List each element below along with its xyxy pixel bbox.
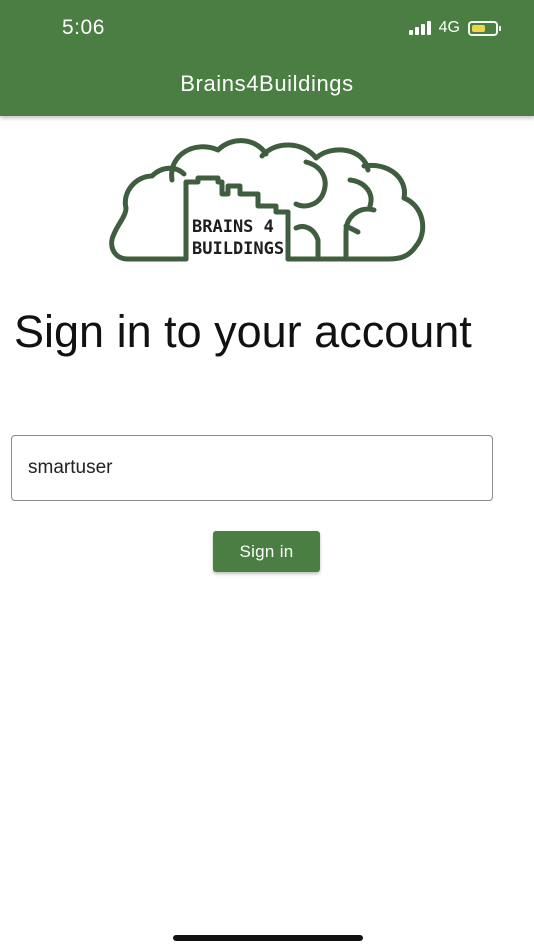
app-title: Brains4Buildings bbox=[180, 71, 354, 96]
page-title: Sign in to your account bbox=[14, 306, 472, 357]
home-indicator bbox=[173, 935, 363, 941]
logo-text-line1: BRAINS 4 bbox=[192, 217, 274, 237]
signal-icon bbox=[408, 21, 431, 35]
sign-in-button[interactable]: Sign in bbox=[213, 531, 320, 572]
app-header: 5:06 4G Brains4Buildings bbox=[0, 0, 534, 116]
username-input[interactable] bbox=[11, 435, 493, 501]
logo-text-line2: BUILDINGS bbox=[192, 239, 284, 259]
status-time: 5:06 bbox=[62, 16, 105, 39]
battery-icon bbox=[468, 20, 501, 36]
network-type: 4G bbox=[438, 19, 460, 36]
status-indicators: 4G bbox=[408, 19, 501, 37]
brains4buildings-logo: BRAINS 4 BUILDINGS bbox=[109, 138, 426, 262]
